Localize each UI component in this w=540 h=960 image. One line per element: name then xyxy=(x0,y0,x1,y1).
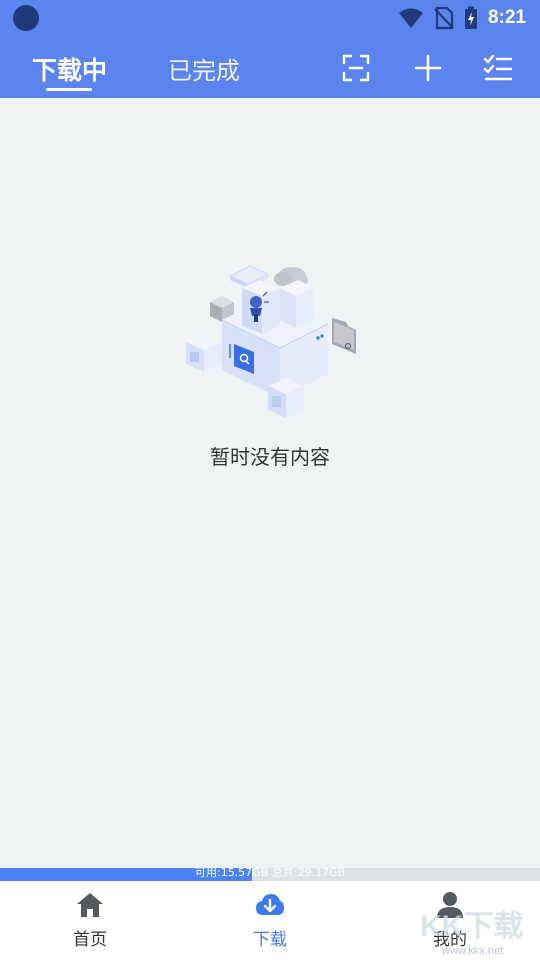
notification-dot-icon xyxy=(13,5,39,31)
status-time: 8:21 xyxy=(487,7,526,28)
scan-minus-icon xyxy=(342,54,370,82)
left-cube xyxy=(186,334,222,372)
tab-downloading[interactable]: 下载中 xyxy=(32,51,107,87)
cloud-download-icon xyxy=(256,894,284,915)
tab-completed[interactable]: 已完成 xyxy=(168,51,240,86)
nav-label-mine: 我的 xyxy=(433,930,467,950)
no-sim-icon xyxy=(434,6,454,30)
bottom-nav: 首页 下载 我的 xyxy=(0,881,540,960)
add-button[interactable] xyxy=(412,52,444,84)
tab-active-indicator xyxy=(46,88,92,91)
battery-charging-icon xyxy=(464,6,477,29)
home-icon xyxy=(77,893,103,917)
isometric-empty-boxes-illustration xyxy=(186,265,356,418)
scan-button[interactable] xyxy=(340,52,372,84)
wifi-icon xyxy=(398,8,423,28)
plus-icon xyxy=(414,54,442,82)
storage-text: 可用:15.57GB 总共:29.17GB xyxy=(194,866,346,879)
nav-item-download[interactable]: 下载 xyxy=(180,881,360,960)
folder-shape xyxy=(332,318,356,354)
app-header: 下载中 已完成 xyxy=(0,36,540,98)
status-bar: 8:21 xyxy=(0,0,540,36)
nav-item-home[interactable]: 首页 xyxy=(0,881,180,960)
checklist-icon xyxy=(483,54,513,81)
storage-bar: 可用:15.57GB 总共:29.17GB xyxy=(0,866,540,881)
empty-state-text: 暂时没有内容 xyxy=(210,445,330,469)
batch-manage-button[interactable] xyxy=(482,52,514,84)
bottom-cube xyxy=(268,378,304,418)
user-icon xyxy=(437,892,463,918)
nav-item-mine[interactable]: 我的 xyxy=(360,881,540,960)
status-icons: 8:21 xyxy=(398,4,526,32)
nav-label-home: 首页 xyxy=(73,930,107,950)
nav-label-download: 下载 xyxy=(253,930,287,950)
download-list-area: 暂时没有内容 xyxy=(0,98,540,868)
